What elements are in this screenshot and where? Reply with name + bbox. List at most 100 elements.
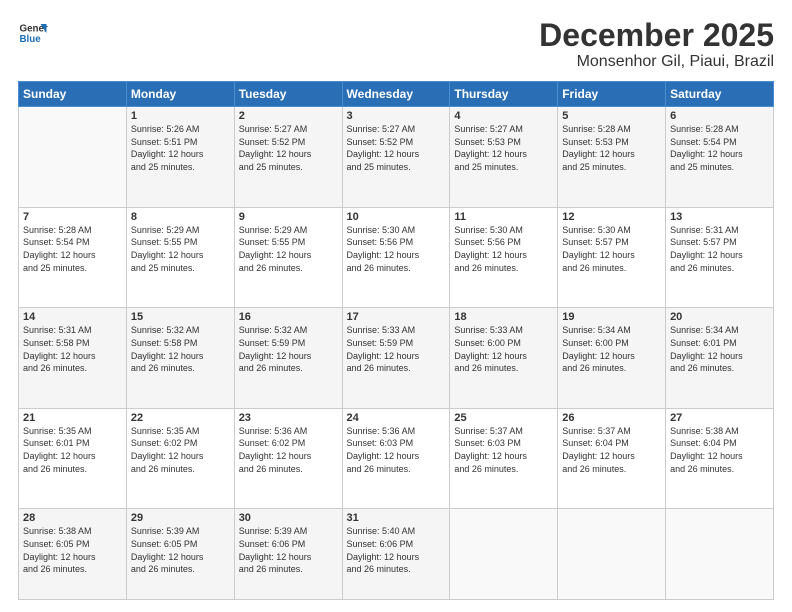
table-row xyxy=(666,509,774,600)
day-number: 30 xyxy=(239,512,338,524)
day-info: Sunrise: 5:36 AM Sunset: 6:02 PM Dayligh… xyxy=(239,425,338,475)
table-row: 28Sunrise: 5:38 AM Sunset: 6:05 PM Dayli… xyxy=(19,509,127,600)
day-number: 7 xyxy=(23,211,122,223)
day-number: 27 xyxy=(670,412,769,424)
day-info: Sunrise: 5:29 AM Sunset: 5:55 PM Dayligh… xyxy=(131,224,230,274)
day-info: Sunrise: 5:31 AM Sunset: 5:57 PM Dayligh… xyxy=(670,224,769,274)
table-row: 19Sunrise: 5:34 AM Sunset: 6:00 PM Dayli… xyxy=(558,308,666,409)
day-number: 15 xyxy=(131,311,230,323)
day-info: Sunrise: 5:33 AM Sunset: 6:00 PM Dayligh… xyxy=(454,324,553,374)
day-number: 2 xyxy=(239,110,338,122)
day-number: 14 xyxy=(23,311,122,323)
day-info: Sunrise: 5:35 AM Sunset: 6:02 PM Dayligh… xyxy=(131,425,230,475)
table-row: 1Sunrise: 5:26 AM Sunset: 5:51 PM Daylig… xyxy=(126,107,234,208)
day-number: 3 xyxy=(347,110,446,122)
day-number: 25 xyxy=(454,412,553,424)
header-saturday: Saturday xyxy=(666,82,774,107)
logo: General Blue xyxy=(18,18,48,48)
table-row: 25Sunrise: 5:37 AM Sunset: 6:03 PM Dayli… xyxy=(450,408,558,509)
table-row xyxy=(19,107,127,208)
day-info: Sunrise: 5:28 AM Sunset: 5:54 PM Dayligh… xyxy=(23,224,122,274)
day-number: 20 xyxy=(670,311,769,323)
day-info: Sunrise: 5:30 AM Sunset: 5:56 PM Dayligh… xyxy=(347,224,446,274)
day-number: 12 xyxy=(562,211,661,223)
table-row: 10Sunrise: 5:30 AM Sunset: 5:56 PM Dayli… xyxy=(342,207,450,308)
table-row: 9Sunrise: 5:29 AM Sunset: 5:55 PM Daylig… xyxy=(234,207,342,308)
calendar-subtitle: Monsenhor Gil, Piaui, Brazil xyxy=(539,53,774,71)
calendar-table: Sunday Monday Tuesday Wednesday Thursday… xyxy=(18,81,774,600)
table-row: 14Sunrise: 5:31 AM Sunset: 5:58 PM Dayli… xyxy=(19,308,127,409)
table-row: 12Sunrise: 5:30 AM Sunset: 5:57 PM Dayli… xyxy=(558,207,666,308)
page-container: General Blue December 2025 Monsenhor Gil… xyxy=(0,0,792,612)
day-number: 11 xyxy=(454,211,553,223)
table-row: 31Sunrise: 5:40 AM Sunset: 6:06 PM Dayli… xyxy=(342,509,450,600)
day-number: 22 xyxy=(131,412,230,424)
header-tuesday: Tuesday xyxy=(234,82,342,107)
day-info: Sunrise: 5:39 AM Sunset: 6:05 PM Dayligh… xyxy=(131,525,230,575)
day-number: 17 xyxy=(347,311,446,323)
table-row: 23Sunrise: 5:36 AM Sunset: 6:02 PM Dayli… xyxy=(234,408,342,509)
header: General Blue December 2025 Monsenhor Gil… xyxy=(18,18,774,71)
svg-text:Blue: Blue xyxy=(20,34,42,45)
day-info: Sunrise: 5:35 AM Sunset: 6:01 PM Dayligh… xyxy=(23,425,122,475)
day-number: 5 xyxy=(562,110,661,122)
table-row: 11Sunrise: 5:30 AM Sunset: 5:56 PM Dayli… xyxy=(450,207,558,308)
table-row: 2Sunrise: 5:27 AM Sunset: 5:52 PM Daylig… xyxy=(234,107,342,208)
table-row: 20Sunrise: 5:34 AM Sunset: 6:01 PM Dayli… xyxy=(666,308,774,409)
table-row: 6Sunrise: 5:28 AM Sunset: 5:54 PM Daylig… xyxy=(666,107,774,208)
table-row: 15Sunrise: 5:32 AM Sunset: 5:58 PM Dayli… xyxy=(126,308,234,409)
day-info: Sunrise: 5:37 AM Sunset: 6:03 PM Dayligh… xyxy=(454,425,553,475)
day-info: Sunrise: 5:32 AM Sunset: 5:58 PM Dayligh… xyxy=(131,324,230,374)
day-number: 10 xyxy=(347,211,446,223)
day-number: 6 xyxy=(670,110,769,122)
table-row: 30Sunrise: 5:39 AM Sunset: 6:06 PM Dayli… xyxy=(234,509,342,600)
table-row: 21Sunrise: 5:35 AM Sunset: 6:01 PM Dayli… xyxy=(19,408,127,509)
header-monday: Monday xyxy=(126,82,234,107)
day-number: 21 xyxy=(23,412,122,424)
table-row: 13Sunrise: 5:31 AM Sunset: 5:57 PM Dayli… xyxy=(666,207,774,308)
day-info: Sunrise: 5:27 AM Sunset: 5:52 PM Dayligh… xyxy=(239,123,338,173)
table-row: 22Sunrise: 5:35 AM Sunset: 6:02 PM Dayli… xyxy=(126,408,234,509)
table-row: 17Sunrise: 5:33 AM Sunset: 5:59 PM Dayli… xyxy=(342,308,450,409)
day-info: Sunrise: 5:37 AM Sunset: 6:04 PM Dayligh… xyxy=(562,425,661,475)
day-info: Sunrise: 5:33 AM Sunset: 5:59 PM Dayligh… xyxy=(347,324,446,374)
day-number: 24 xyxy=(347,412,446,424)
table-row: 24Sunrise: 5:36 AM Sunset: 6:03 PM Dayli… xyxy=(342,408,450,509)
day-info: Sunrise: 5:28 AM Sunset: 5:54 PM Dayligh… xyxy=(670,123,769,173)
table-row: 7Sunrise: 5:28 AM Sunset: 5:54 PM Daylig… xyxy=(19,207,127,308)
day-number: 4 xyxy=(454,110,553,122)
calendar-title: December 2025 xyxy=(539,18,774,53)
logo-icon: General Blue xyxy=(18,18,48,48)
day-number: 13 xyxy=(670,211,769,223)
day-number: 1 xyxy=(131,110,230,122)
title-block: December 2025 Monsenhor Gil, Piaui, Braz… xyxy=(539,18,774,71)
table-row: 3Sunrise: 5:27 AM Sunset: 5:52 PM Daylig… xyxy=(342,107,450,208)
day-number: 23 xyxy=(239,412,338,424)
day-info: Sunrise: 5:27 AM Sunset: 5:53 PM Dayligh… xyxy=(454,123,553,173)
table-row: 26Sunrise: 5:37 AM Sunset: 6:04 PM Dayli… xyxy=(558,408,666,509)
table-row: 16Sunrise: 5:32 AM Sunset: 5:59 PM Dayli… xyxy=(234,308,342,409)
day-number: 26 xyxy=(562,412,661,424)
day-info: Sunrise: 5:40 AM Sunset: 6:06 PM Dayligh… xyxy=(347,525,446,575)
day-info: Sunrise: 5:34 AM Sunset: 6:00 PM Dayligh… xyxy=(562,324,661,374)
day-number: 19 xyxy=(562,311,661,323)
day-number: 29 xyxy=(131,512,230,524)
day-info: Sunrise: 5:38 AM Sunset: 6:05 PM Dayligh… xyxy=(23,525,122,575)
day-number: 28 xyxy=(23,512,122,524)
header-thursday: Thursday xyxy=(450,82,558,107)
day-number: 8 xyxy=(131,211,230,223)
day-number: 16 xyxy=(239,311,338,323)
table-row: 29Sunrise: 5:39 AM Sunset: 6:05 PM Dayli… xyxy=(126,509,234,600)
day-info: Sunrise: 5:36 AM Sunset: 6:03 PM Dayligh… xyxy=(347,425,446,475)
day-info: Sunrise: 5:39 AM Sunset: 6:06 PM Dayligh… xyxy=(239,525,338,575)
day-number: 18 xyxy=(454,311,553,323)
day-info: Sunrise: 5:31 AM Sunset: 5:58 PM Dayligh… xyxy=(23,324,122,374)
table-row xyxy=(450,509,558,600)
table-row: 18Sunrise: 5:33 AM Sunset: 6:00 PM Dayli… xyxy=(450,308,558,409)
table-row: 8Sunrise: 5:29 AM Sunset: 5:55 PM Daylig… xyxy=(126,207,234,308)
header-sunday: Sunday xyxy=(19,82,127,107)
day-info: Sunrise: 5:29 AM Sunset: 5:55 PM Dayligh… xyxy=(239,224,338,274)
day-info: Sunrise: 5:28 AM Sunset: 5:53 PM Dayligh… xyxy=(562,123,661,173)
header-friday: Friday xyxy=(558,82,666,107)
day-info: Sunrise: 5:38 AM Sunset: 6:04 PM Dayligh… xyxy=(670,425,769,475)
